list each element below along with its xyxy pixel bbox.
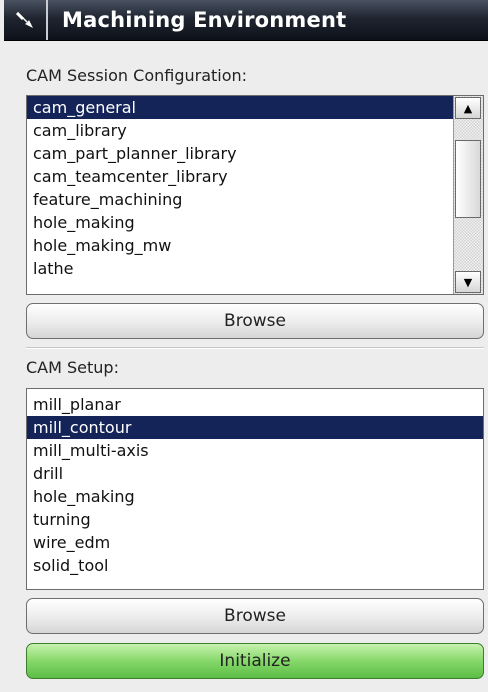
- setup-browse-button[interactable]: Browse: [26, 598, 484, 634]
- session-config-label: CAM Session Configuration:: [26, 66, 248, 85]
- list-item[interactable]: feature_machining: [27, 188, 453, 211]
- panel-title: Machining Environment: [62, 8, 347, 32]
- list-item[interactable]: cam_general: [27, 96, 453, 119]
- session-config-list[interactable]: cam_general cam_library cam_part_planner…: [26, 95, 484, 295]
- list-item[interactable]: mill_contour: [27, 416, 483, 439]
- scroll-down-button[interactable]: ▼: [455, 271, 481, 293]
- list-item[interactable]: hole_making: [27, 485, 483, 508]
- cam-setup-label: CAM Setup:: [26, 358, 119, 377]
- list-item[interactable]: wire_edm: [27, 531, 483, 554]
- list-item[interactable]: hole_making_mw: [27, 234, 453, 257]
- list-item[interactable]: cam_teamcenter_library: [27, 165, 453, 188]
- list-item[interactable]: solid_tool: [27, 554, 483, 577]
- cam-setup-items: mill_planar mill_contour mill_multi-axis…: [27, 393, 483, 577]
- list-item[interactable]: mill_multi-axis: [27, 439, 483, 462]
- scroll-thumb[interactable]: [455, 140, 481, 218]
- list-item[interactable]: hole_making: [27, 211, 453, 234]
- pin-icon[interactable]: [4, 0, 48, 40]
- list-item[interactable]: lathe: [27, 257, 453, 280]
- cam-setup-list[interactable]: mill_planar mill_contour mill_multi-axis…: [26, 388, 484, 590]
- machining-environment-panel: Machining Environment CAM Session Config…: [0, 0, 488, 692]
- list-item[interactable]: cam_part_planner_library: [27, 142, 453, 165]
- separator: [26, 347, 484, 349]
- list-item[interactable]: mill_planar: [27, 393, 483, 416]
- initialize-button[interactable]: Initialize: [26, 643, 484, 679]
- session-browse-button[interactable]: Browse: [26, 303, 484, 339]
- scroll-up-button[interactable]: ▲: [455, 97, 481, 119]
- list-item[interactable]: turning: [27, 508, 483, 531]
- list-item[interactable]: cam_library: [27, 119, 453, 142]
- session-config-items: cam_general cam_library cam_part_planner…: [27, 96, 453, 280]
- session-scrollbar[interactable]: ▲ ▼: [453, 96, 483, 294]
- list-item[interactable]: drill: [27, 462, 483, 485]
- title-bar: Machining Environment: [4, 0, 488, 41]
